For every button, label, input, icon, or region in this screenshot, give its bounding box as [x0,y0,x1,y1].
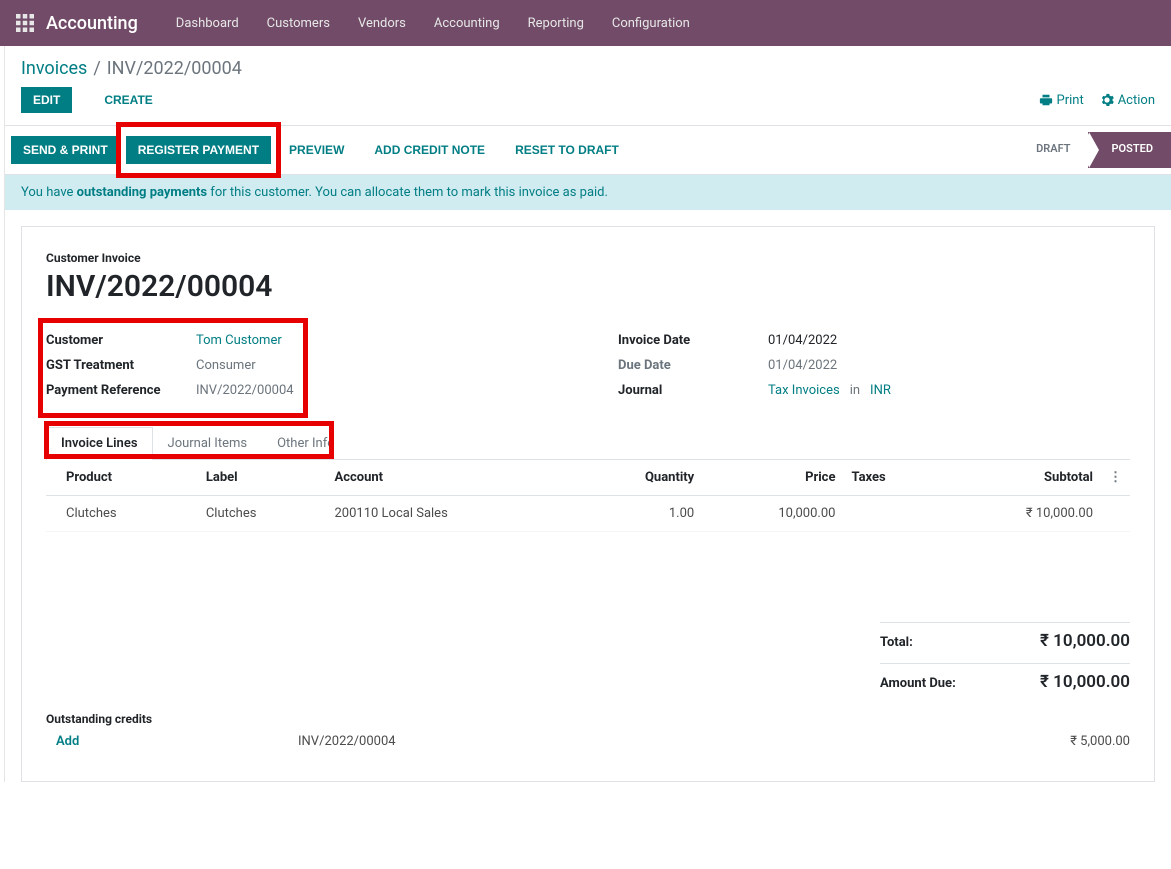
reset-to-draft-button[interactable]: RESET TO DRAFT [503,136,631,164]
action-button[interactable]: Action [1100,93,1155,108]
nav-dashboard[interactable]: Dashboard [162,16,253,31]
payref-value: INV/2022/00004 [196,383,294,398]
due-date-label: Due Date [618,358,768,373]
col-product: Product [46,460,198,496]
apps-icon[interactable] [16,14,34,32]
invoice-name: INV/2022/00004 [46,269,1130,304]
navbar: Accounting Dashboard Customers Vendors A… [0,0,1171,46]
send-print-button[interactable]: SEND & PRINT [11,136,120,164]
total-value: ₹ 10,000.00 [1040,631,1130,651]
status-draft[interactable]: DRAFT [1018,132,1088,168]
tab-invoice-lines[interactable]: Invoice Lines [46,427,153,460]
amount-due-label: Amount Due: [880,676,956,691]
breadcrumb-separator: / [93,58,100,79]
alert-outstanding: You have outstanding payments for this c… [5,175,1171,210]
add-credit-note-button[interactable]: ADD CREDIT NOTE [362,136,497,164]
cell-quantity: 1.00 [576,496,702,532]
action-label: Action [1118,93,1155,108]
gear-icon [1100,93,1114,107]
cell-price: 10,000.00 [702,496,843,532]
status-posted[interactable]: POSTED [1088,132,1171,168]
status-bar: DRAFT POSTED [1018,132,1171,168]
cell-account: 200110 Local Sales [326,496,576,532]
gst-value: Consumer [196,358,256,373]
invoice-date-label: Invoice Date [618,333,768,348]
journal-value[interactable]: Tax Invoices [768,383,840,398]
col-price: Price [702,460,843,496]
payref-label: Payment Reference [46,383,196,398]
totals: Total: ₹ 10,000.00 Amount Due: ₹ 10,000.… [46,622,1130,692]
preview-button[interactable]: PREVIEW [277,136,356,164]
due-date-value: 01/04/2022 [768,358,837,373]
register-payment-button[interactable]: REGISTER PAYMENT [126,136,271,164]
col-quantity: Quantity [576,460,702,496]
tab-other-info[interactable]: Other Info [262,427,350,459]
invoice-lines-table: Product Label Account Quantity Price Tax… [46,460,1130,532]
invoice-date-value: 01/04/2022 [768,333,837,348]
journal-currency[interactable]: INR [870,383,891,398]
col-menu-icon[interactable]: ⋮ [1101,460,1130,496]
gst-label: GST Treatment [46,358,196,373]
cell-taxes [843,496,940,532]
cell-product: Clutches [46,496,198,532]
create-button[interactable]: CREATE [92,87,164,113]
table-row[interactable]: Clutches Clutches 200110 Local Sales 1.0… [46,496,1130,532]
nav-customers[interactable]: Customers [253,16,344,31]
cell-label: Clutches [198,496,327,532]
breadcrumb-root[interactable]: Invoices [21,58,87,79]
print-icon [1039,93,1053,107]
print-button[interactable]: Print [1039,93,1084,108]
nav-vendors[interactable]: Vendors [344,16,420,31]
alert-post: for this customer. You can allocate them… [207,185,608,200]
amount-due-value: ₹ 10,000.00 [1040,672,1130,692]
breadcrumb: Invoices / INV/2022/00004 [5,46,1171,83]
alert-pre: You have [21,185,77,200]
breadcrumb-leaf: INV/2022/00004 [107,58,242,79]
outstanding-add-button[interactable]: Add [46,734,298,749]
edit-button[interactable]: EDIT [21,87,72,113]
journal-label: Journal [618,383,768,398]
toolbar: EDIT CREATE Print Action [5,83,1171,125]
col-account: Account [326,460,576,496]
customer-label: Customer [46,333,196,348]
outstanding-ref: INV/2022/00004 [298,734,1070,749]
nav-reporting[interactable]: Reporting [514,16,598,31]
nav-accounting[interactable]: Accounting [420,16,514,31]
alert-bold: outstanding payments [77,185,207,200]
col-label: Label [198,460,327,496]
nav-configuration[interactable]: Configuration [598,16,704,31]
col-subtotal: Subtotal [941,460,1102,496]
invoice-kind: Customer Invoice [46,251,1130,265]
col-taxes: Taxes [843,460,940,496]
tab-journal-items[interactable]: Journal Items [153,427,263,459]
cell-subtotal: ₹ 10,000.00 [941,496,1102,532]
tabs: Invoice Lines Journal Items Other Info [46,427,1130,460]
action-bar: SEND & PRINT REGISTER PAYMENT PREVIEW AD… [5,125,1171,175]
print-label: Print [1057,93,1084,108]
outstanding-row: Add INV/2022/00004 ₹ 5,000.00 [46,726,1130,757]
outstanding-title: Outstanding credits [46,712,1130,726]
form-sheet: Customer Invoice INV/2022/00004 Customer… [21,226,1155,782]
customer-value[interactable]: Tom Customer [196,333,282,348]
brand[interactable]: Accounting [46,13,138,34]
total-label: Total: [880,635,913,650]
journal-in: in [850,383,860,398]
outstanding-amount: ₹ 5,000.00 [1070,734,1130,749]
